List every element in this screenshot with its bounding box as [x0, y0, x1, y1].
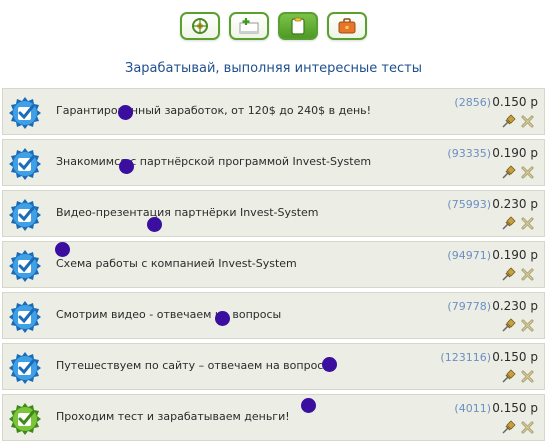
task-price: 0.190 р — [492, 146, 538, 160]
task-actions — [501, 420, 535, 435]
task-actions — [501, 267, 535, 282]
add-window-icon — [239, 18, 259, 34]
pin-icon[interactable] — [501, 369, 516, 384]
task-row[interactable]: Смотрим видео - отвечаем на вопросы (7977… — [2, 292, 545, 339]
pin-icon[interactable] — [501, 216, 516, 231]
task-actions — [501, 369, 535, 384]
pin-icon[interactable] — [501, 267, 516, 282]
marker-dot — [147, 217, 162, 232]
task-count: (4011) — [454, 402, 491, 415]
task-row[interactable]: Знакомимся с партнёрской программой Inve… — [2, 139, 545, 186]
task-title-link[interactable]: Смотрим видео - отвечаем на вопросы — [56, 308, 281, 321]
blue-checkbox-icon — [8, 351, 42, 385]
close-icon[interactable] — [520, 420, 535, 435]
blue-checkbox-icon — [8, 300, 42, 334]
task-title-link[interactable]: Проходим тест и зарабатываем деньги! — [56, 410, 290, 423]
marker-dot — [119, 159, 134, 174]
pin-icon[interactable] — [501, 114, 516, 129]
toolbar-button-target[interactable] — [180, 12, 220, 40]
marker-dot — [55, 242, 70, 257]
close-icon[interactable] — [520, 267, 535, 282]
green-checkbox-icon — [8, 402, 42, 436]
task-title-link[interactable]: Знакомимся с партнёрской программой Inve… — [56, 155, 371, 168]
close-icon[interactable] — [520, 318, 535, 333]
marker-dot — [322, 357, 337, 372]
toolbar-button-add[interactable] — [229, 12, 269, 40]
close-icon[interactable] — [520, 369, 535, 384]
task-list: Гарантированный заработок, от 120$ до 24… — [2, 88, 545, 445]
task-price: 0.190 р — [492, 248, 538, 262]
toolbar-button-work[interactable] — [327, 12, 367, 40]
target-icon — [192, 18, 208, 34]
blue-checkbox-icon — [8, 249, 42, 283]
task-title-link[interactable]: Путешествуем по сайту – отвечаем на вопр… — [56, 359, 336, 372]
task-actions — [501, 318, 535, 333]
task-count: (79778) — [447, 300, 491, 313]
task-price: 0.150 р — [492, 401, 538, 415]
task-actions — [501, 216, 535, 231]
task-price: 0.150 р — [492, 350, 538, 364]
toolbar — [0, 12, 547, 40]
task-row[interactable]: Проходим тест и зарабатываем деньги! (401… — [2, 394, 545, 441]
pin-icon[interactable] — [501, 420, 516, 435]
toolbar-button-tests[interactable] — [278, 12, 318, 40]
task-title-link[interactable]: Видео-презентация партнёрки Invest-Syste… — [56, 206, 319, 219]
marker-dot — [118, 105, 133, 120]
task-row[interactable]: Схема работы с компанией Invest-System (9… — [2, 241, 545, 288]
task-price: 0.150 р — [492, 95, 538, 109]
task-title-link[interactable]: Схема работы с компанией Invest-System — [56, 257, 297, 270]
clipboard-icon — [291, 17, 305, 35]
task-actions — [501, 114, 535, 129]
pin-icon[interactable] — [501, 165, 516, 180]
marker-dot — [215, 311, 230, 326]
task-count: (123116) — [440, 351, 491, 364]
page-title: Зарабатывай, выполняя интересные тесты — [124, 61, 422, 76]
task-actions — [501, 165, 535, 180]
close-icon[interactable] — [520, 165, 535, 180]
task-count: (2856) — [454, 96, 491, 109]
task-price: 0.230 р — [492, 197, 538, 211]
close-icon[interactable] — [520, 216, 535, 231]
briefcase-icon — [338, 18, 356, 34]
task-title-link[interactable]: Гарантированный заработок, от 120$ до 24… — [56, 104, 371, 117]
task-count: (94971) — [447, 249, 491, 262]
task-row[interactable]: Путешествуем по сайту – отвечаем на вопр… — [2, 343, 545, 390]
blue-checkbox-icon — [8, 96, 42, 130]
blue-checkbox-icon — [8, 198, 42, 232]
blue-checkbox-icon — [8, 147, 42, 181]
task-count: (93335) — [447, 147, 491, 160]
pin-icon[interactable] — [501, 318, 516, 333]
task-price: 0.230 р — [492, 299, 538, 313]
task-count: (75993) — [447, 198, 491, 211]
marker-dot — [301, 398, 316, 413]
task-row[interactable]: Видео-презентация партнёрки Invest-Syste… — [2, 190, 545, 237]
task-row[interactable]: Гарантированный заработок, от 120$ до 24… — [2, 88, 545, 135]
close-icon[interactable] — [520, 114, 535, 129]
